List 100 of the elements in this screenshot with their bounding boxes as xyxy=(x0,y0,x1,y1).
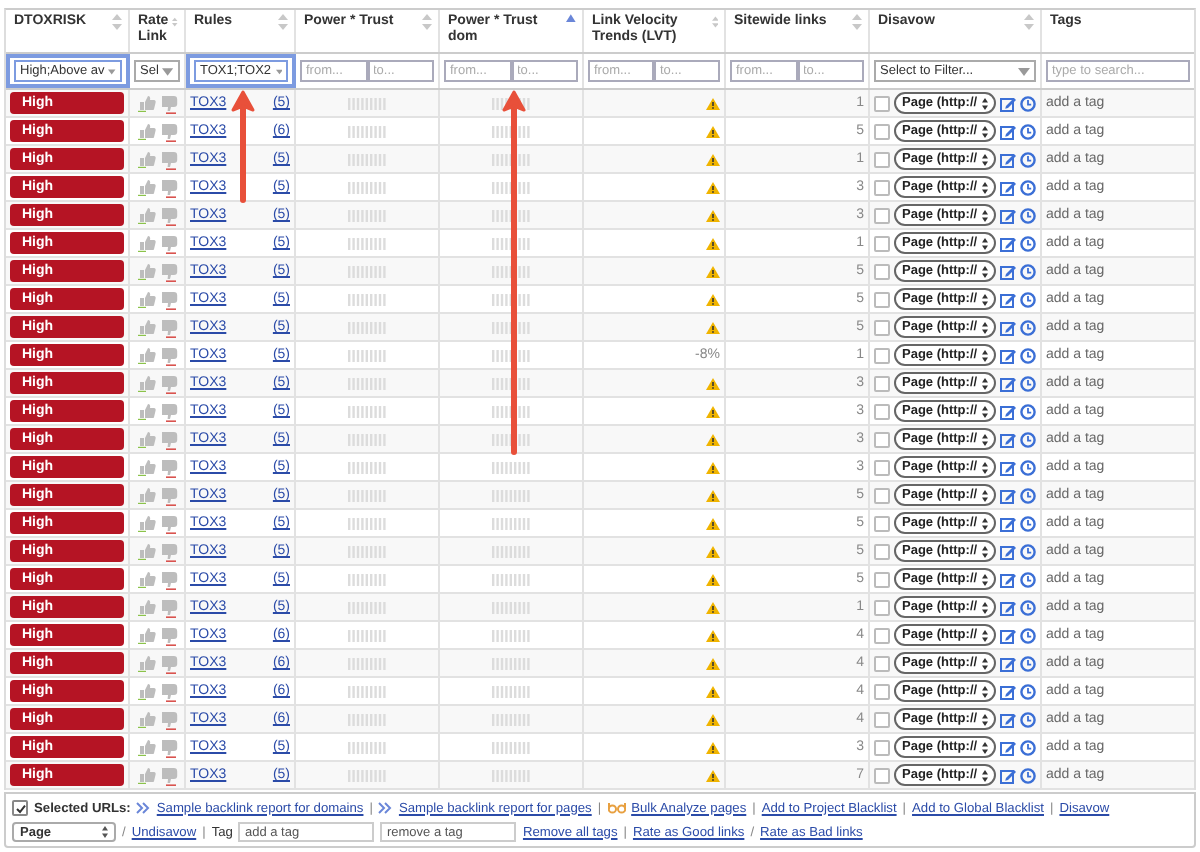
edit-icon[interactable] xyxy=(999,151,1016,167)
sort-icon[interactable] xyxy=(172,14,178,30)
thumb-up-icon[interactable] xyxy=(137,458,155,476)
thumb-down-icon[interactable] xyxy=(159,233,177,253)
edit-icon[interactable] xyxy=(999,599,1016,615)
clock-icon[interactable] xyxy=(1019,123,1036,139)
sort-icon[interactable] xyxy=(711,14,718,30)
row-checkbox[interactable] xyxy=(874,403,890,419)
thumb-down-icon[interactable] xyxy=(159,597,177,617)
clock-icon[interactable] xyxy=(1019,683,1036,699)
edit-icon[interactable] xyxy=(999,263,1016,279)
clock-icon[interactable] xyxy=(1019,543,1036,559)
thumb-down-icon[interactable] xyxy=(159,93,177,113)
thumb-down-icon[interactable] xyxy=(159,177,177,197)
thumb-up-icon[interactable] xyxy=(137,514,155,532)
thumb-up-icon[interactable] xyxy=(137,262,155,280)
row-checkbox[interactable] xyxy=(874,319,890,335)
clock-icon[interactable] xyxy=(1019,599,1036,615)
row-checkbox[interactable] xyxy=(874,179,890,195)
clock-icon[interactable] xyxy=(1019,319,1036,335)
thumb-down-icon[interactable] xyxy=(159,653,177,673)
thumb-down-icon[interactable] xyxy=(159,149,177,169)
thumb-down-icon[interactable] xyxy=(159,345,177,365)
thumb-up-icon[interactable] xyxy=(137,374,155,392)
sort-icon[interactable] xyxy=(1024,14,1034,30)
sort-icon[interactable] xyxy=(852,14,862,30)
edit-icon[interactable] xyxy=(999,459,1016,475)
clock-icon[interactable] xyxy=(1019,179,1036,195)
edit-icon[interactable] xyxy=(999,655,1016,671)
thumb-up-icon[interactable] xyxy=(137,570,155,588)
clock-icon[interactable] xyxy=(1019,291,1036,307)
row-checkbox[interactable] xyxy=(874,711,890,727)
clock-icon[interactable] xyxy=(1019,767,1036,783)
row-checkbox[interactable] xyxy=(874,207,890,223)
thumb-down-icon[interactable] xyxy=(159,765,177,785)
row-checkbox[interactable] xyxy=(874,487,890,503)
row-checkbox[interactable] xyxy=(874,543,890,559)
row-checkbox[interactable] xyxy=(874,95,890,111)
sort-icon[interactable] xyxy=(422,14,432,30)
thumb-down-icon[interactable] xyxy=(159,513,177,533)
clock-icon[interactable] xyxy=(1019,655,1036,671)
clock-icon[interactable] xyxy=(1019,571,1036,587)
thumb-up-icon[interactable] xyxy=(137,738,155,756)
row-checkbox[interactable] xyxy=(874,291,890,307)
edit-icon[interactable] xyxy=(999,571,1016,587)
thumb-down-icon[interactable] xyxy=(159,429,177,449)
edit-icon[interactable] xyxy=(999,207,1016,223)
row-checkbox[interactable] xyxy=(874,235,890,251)
clock-icon[interactable] xyxy=(1019,235,1036,251)
thumb-up-icon[interactable] xyxy=(137,122,155,140)
clock-icon[interactable] xyxy=(1019,347,1036,363)
row-checkbox[interactable] xyxy=(874,431,890,447)
thumb-down-icon[interactable] xyxy=(159,401,177,421)
edit-icon[interactable] xyxy=(999,375,1016,391)
edit-icon[interactable] xyxy=(999,431,1016,447)
row-checkbox[interactable] xyxy=(874,263,890,279)
thumb-down-icon[interactable] xyxy=(159,457,177,477)
thumb-down-icon[interactable] xyxy=(159,289,177,309)
edit-icon[interactable] xyxy=(999,767,1016,783)
thumb-up-icon[interactable] xyxy=(137,710,155,728)
edit-icon[interactable] xyxy=(999,683,1016,699)
edit-icon[interactable] xyxy=(999,711,1016,727)
row-checkbox[interactable] xyxy=(874,459,890,475)
clock-icon[interactable] xyxy=(1019,95,1036,111)
thumb-up-icon[interactable] xyxy=(137,766,155,784)
clock-icon[interactable] xyxy=(1019,151,1036,167)
thumb-up-icon[interactable] xyxy=(137,346,155,364)
clock-icon[interactable] xyxy=(1019,263,1036,279)
row-checkbox[interactable] xyxy=(874,571,890,587)
edit-icon[interactable] xyxy=(999,543,1016,559)
clock-icon[interactable] xyxy=(1019,515,1036,531)
edit-icon[interactable] xyxy=(999,627,1016,643)
clock-icon[interactable] xyxy=(1019,431,1036,447)
row-checkbox[interactable] xyxy=(874,767,890,783)
thumb-down-icon[interactable] xyxy=(159,121,177,141)
edit-icon[interactable] xyxy=(999,515,1016,531)
edit-icon[interactable] xyxy=(999,123,1016,139)
thumb-down-icon[interactable] xyxy=(159,569,177,589)
edit-icon[interactable] xyxy=(999,487,1016,503)
clock-icon[interactable] xyxy=(1019,207,1036,223)
row-checkbox[interactable] xyxy=(874,515,890,531)
thumb-down-icon[interactable] xyxy=(159,681,177,701)
thumb-up-icon[interactable] xyxy=(137,318,155,336)
thumb-up-icon[interactable] xyxy=(137,598,155,616)
row-checkbox[interactable] xyxy=(874,151,890,167)
thumb-up-icon[interactable] xyxy=(137,402,155,420)
thumb-down-icon[interactable] xyxy=(159,625,177,645)
edit-icon[interactable] xyxy=(999,179,1016,195)
clock-icon[interactable] xyxy=(1019,487,1036,503)
thumb-up-icon[interactable] xyxy=(137,430,155,448)
thumb-up-icon[interactable] xyxy=(137,626,155,644)
edit-icon[interactable] xyxy=(999,95,1016,111)
edit-icon[interactable] xyxy=(999,347,1016,363)
thumb-up-icon[interactable] xyxy=(137,290,155,308)
row-checkbox[interactable] xyxy=(874,599,890,615)
thumb-up-icon[interactable] xyxy=(137,234,155,252)
row-checkbox[interactable] xyxy=(874,655,890,671)
thumb-up-icon[interactable] xyxy=(137,682,155,700)
thumb-down-icon[interactable] xyxy=(159,485,177,505)
thumb-down-icon[interactable] xyxy=(159,737,177,757)
